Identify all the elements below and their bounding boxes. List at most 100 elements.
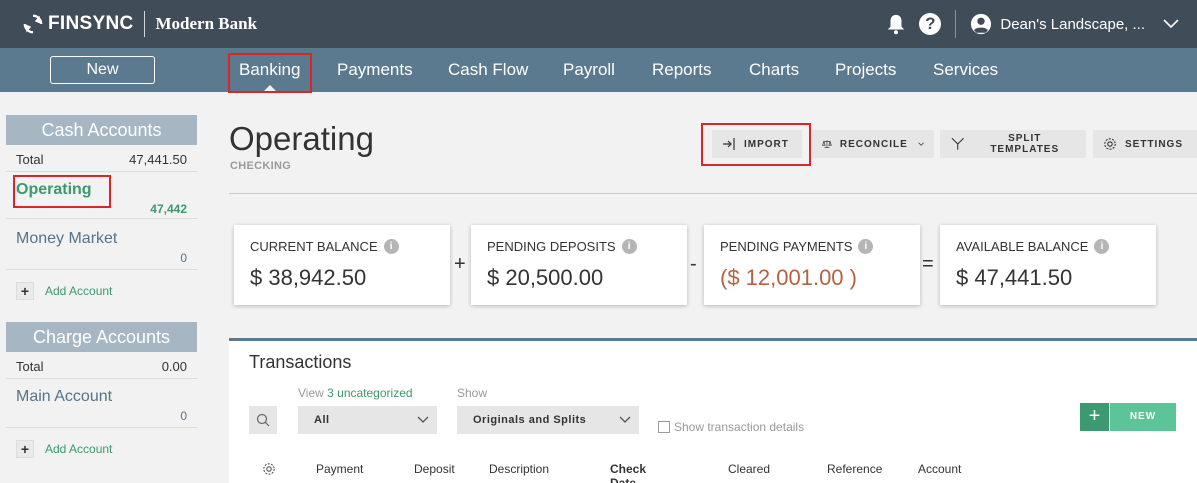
info-icon[interactable]: i [383,239,399,254]
logo-text: FINSYNC [48,13,134,34]
plus-icon: + [1080,403,1110,431]
add-cash-account-button[interactable]: + Add Account [16,282,112,300]
new-button[interactable]: New [50,56,155,84]
account-type: CHECKING [230,160,292,172]
nav-reports[interactable]: Reports [652,48,712,92]
nav-banking[interactable]: Banking [239,48,300,92]
sidebar-item-main-account[interactable]: Main Account [16,388,112,406]
user-avatar-icon[interactable] [970,13,992,35]
sidebar: Cash Accounts Total 47,441.50 Operating … [0,92,205,483]
title-divider [229,193,1197,194]
sidebar-divider [6,269,197,270]
nav-charts[interactable]: Charts [749,48,799,92]
available-balance-value: $ 47,441.50 [956,265,1073,290]
info-icon[interactable]: i [1094,239,1110,254]
charge-total-label: Total [16,359,44,374]
logo[interactable]: FINSYNC Modern Bank [22,11,257,37]
equals-operator: = [922,253,934,275]
card-label: PENDING DEPOSITS i [487,239,637,254]
split-icon [951,137,964,150]
bell-icon[interactable] [885,13,907,35]
plus-operator: + [454,253,466,275]
column-account[interactable]: Account [918,462,961,476]
pending-deposits-label: PENDING DEPOSITS [487,239,616,254]
column-cleared[interactable]: Cleared [728,462,770,476]
column-reference[interactable]: Reference [827,462,882,476]
search-button[interactable] [249,406,277,434]
cash-accounts-header: Cash Accounts [6,115,197,145]
page-title: Operating [229,120,374,157]
show-select[interactable]: Originals and Splits [457,406,639,434]
transactions-panel: Transactions View 3 uncategorized Show A… [229,338,1197,483]
pending-deposits-card: PENDING DEPOSITS i $ 20,500.00 [471,225,687,305]
chevron-down-icon[interactable] [1163,19,1179,29]
chevron-down-icon [417,416,429,423]
current-balance-card: CURRENT BALANCE i $ 38,942.50 [234,225,450,305]
charge-total-row: Total 0.00 [16,359,187,374]
import-button[interactable]: IMPORT [712,130,802,158]
split-templates-label: SPLIT TEMPLATES [990,133,1060,155]
current-balance-value: $ 38,942.50 [250,265,367,290]
user-name[interactable]: Dean's Landscape, ... [1000,16,1145,33]
show-details-checkbox[interactable] [658,421,670,433]
search-icon [256,413,270,427]
info-icon[interactable]: i [858,239,874,254]
pending-deposits-value: $ 20,500.00 [487,265,604,290]
header-divider [955,10,957,38]
main-nav: New Banking Payments Cash Flow Payroll R… [0,48,1197,92]
sidebar-item-money-market[interactable]: Money Market [16,230,117,248]
charge-accounts-header: Charge Accounts [6,322,197,352]
show-details-label: Show transaction details [674,420,805,434]
nav-payroll[interactable]: Payroll [563,48,615,92]
sidebar-divider [6,427,197,428]
operating-balance: 47,442 [150,202,187,216]
split-templates-button[interactable]: SPLIT TEMPLATES [940,130,1086,158]
filter-select[interactable]: All [298,406,437,434]
gear-icon [1104,138,1116,150]
bank-name: Modern Bank [155,14,258,33]
help-glyph: ? [925,14,936,33]
uncategorized-link[interactable]: 3 uncategorized [327,386,412,400]
settings-button[interactable]: SETTINGS [1093,130,1197,158]
import-label: IMPORT [744,138,789,150]
import-icon [723,138,735,150]
column-deposit[interactable]: Deposit [414,462,455,476]
info-icon[interactable]: i [621,239,637,254]
nav-cash-flow[interactable]: Cash Flow [448,48,528,92]
column-description[interactable]: Description [489,462,549,476]
nav-services[interactable]: Services [933,48,998,92]
show-label: Show [457,386,488,400]
add-charge-account-button[interactable]: + Add Account [16,440,112,458]
available-balance-card: AVAILABLE BALANCE i $ 47,441.50 [940,225,1156,305]
pending-payments-label: PENDING PAYMENTS [720,239,853,254]
plus-icon: + [16,440,34,458]
show-details-toggle[interactable]: Show transaction details [658,420,804,434]
charge-total-value: 0.00 [161,359,187,374]
reconcile-button[interactable]: RECONCILE [812,130,934,158]
top-bar: FINSYNC Modern Bank ? Dean's Landscape, … [0,0,1197,48]
new-transaction-button[interactable]: + NEW [1080,403,1176,431]
card-label: CURRENT BALANCE i [250,239,399,254]
sidebar-item-operating[interactable]: Operating [16,181,92,199]
nav-payments[interactable]: Payments [337,48,413,92]
money-market-balance: 0 [180,251,187,265]
nav-projects[interactable]: Projects [835,48,896,92]
cash-total-row: Total 47,441.50 [16,152,187,167]
card-label: PENDING PAYMENTS i [720,239,874,254]
plus-icon: + [16,282,34,300]
chevron-down-icon [918,142,924,146]
transactions-title: Transactions [249,352,352,372]
sidebar-divider [6,171,197,172]
add-account-label: Add Account [45,284,113,298]
add-account-label: Add Account [45,442,113,456]
filter-value: All [314,414,330,426]
show-value: Originals and Splits [473,414,587,426]
current-balance-label: CURRENT BALANCE [250,239,378,254]
settings-label: SETTINGS [1125,138,1184,150]
cash-total-value: 47,441.50 [129,152,187,167]
column-settings-icon[interactable] [262,462,276,476]
column-payment[interactable]: Payment [316,462,363,476]
reconcile-label: RECONCILE [839,138,908,150]
help-icon[interactable]: ? [919,13,942,35]
column-check-date[interactable]: Check Date [610,462,670,483]
